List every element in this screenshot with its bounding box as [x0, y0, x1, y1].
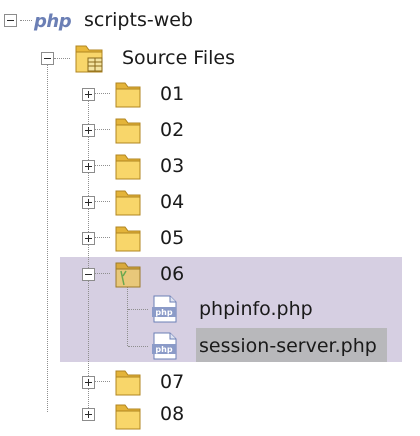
collapse-toggle[interactable]	[41, 52, 54, 65]
tree-node-source-files[interactable]: Source Files	[0, 40, 420, 76]
tree-node-file[interactable]: php phpinfo.php	[0, 291, 420, 327]
expand-toggle[interactable]	[82, 160, 95, 173]
folder-icon	[115, 154, 141, 180]
file-label: phpinfo.php	[199, 298, 313, 320]
svg-text:php: php	[155, 345, 172, 354]
tree-node-folder[interactable]: 05	[0, 220, 420, 256]
source-files-label: Source Files	[122, 47, 235, 69]
expand-toggle[interactable]	[82, 408, 95, 421]
php-file-icon: php	[152, 332, 177, 360]
project-name: scripts-web	[84, 9, 193, 31]
tree-node-project[interactable]: php scripts-web	[0, 2, 420, 38]
open-folder-icon	[115, 262, 141, 288]
folder-label: 07	[160, 371, 185, 393]
folder-label: 01	[160, 83, 185, 105]
tree-node-folder[interactable]: 01	[0, 76, 420, 112]
project-tree: php scripts-web Source Files 01 02 03 04…	[0, 0, 420, 430]
folder-icon	[115, 370, 141, 396]
folder-icon	[115, 404, 141, 430]
expand-toggle[interactable]	[82, 376, 95, 389]
folder-label: 05	[160, 227, 185, 249]
collapse-toggle[interactable]	[4, 14, 17, 27]
expand-toggle[interactable]	[82, 88, 95, 101]
folder-icon	[115, 118, 141, 144]
tree-node-folder[interactable]: 02	[0, 112, 420, 148]
expand-toggle[interactable]	[82, 124, 95, 137]
source-folder-icon	[75, 45, 103, 73]
tree-node-folder[interactable]: 03	[0, 148, 420, 184]
tree-node-folder[interactable]: 08	[0, 400, 420, 436]
folder-label: 02	[160, 119, 185, 141]
svg-text:php: php	[155, 308, 172, 317]
file-label: session-server.php	[199, 335, 377, 357]
folder-icon	[115, 82, 141, 108]
folder-label: 03	[160, 155, 185, 177]
tree-node-folder-expanded[interactable]: 06	[0, 256, 420, 292]
folder-icon	[115, 190, 141, 216]
expand-toggle[interactable]	[82, 232, 95, 245]
folder-label: 06	[160, 263, 185, 285]
tree-node-file-selected[interactable]: php session-server.php	[0, 328, 420, 364]
tree-node-folder[interactable]: 07	[0, 364, 420, 400]
folder-label: 04	[160, 191, 185, 213]
collapse-toggle[interactable]	[82, 268, 95, 281]
php-file-icon: php	[152, 295, 177, 323]
folder-icon	[115, 226, 141, 252]
php-project-icon: php	[34, 11, 72, 32]
expand-toggle[interactable]	[82, 196, 95, 209]
tree-node-folder[interactable]: 04	[0, 184, 420, 220]
folder-label: 08	[160, 403, 185, 425]
